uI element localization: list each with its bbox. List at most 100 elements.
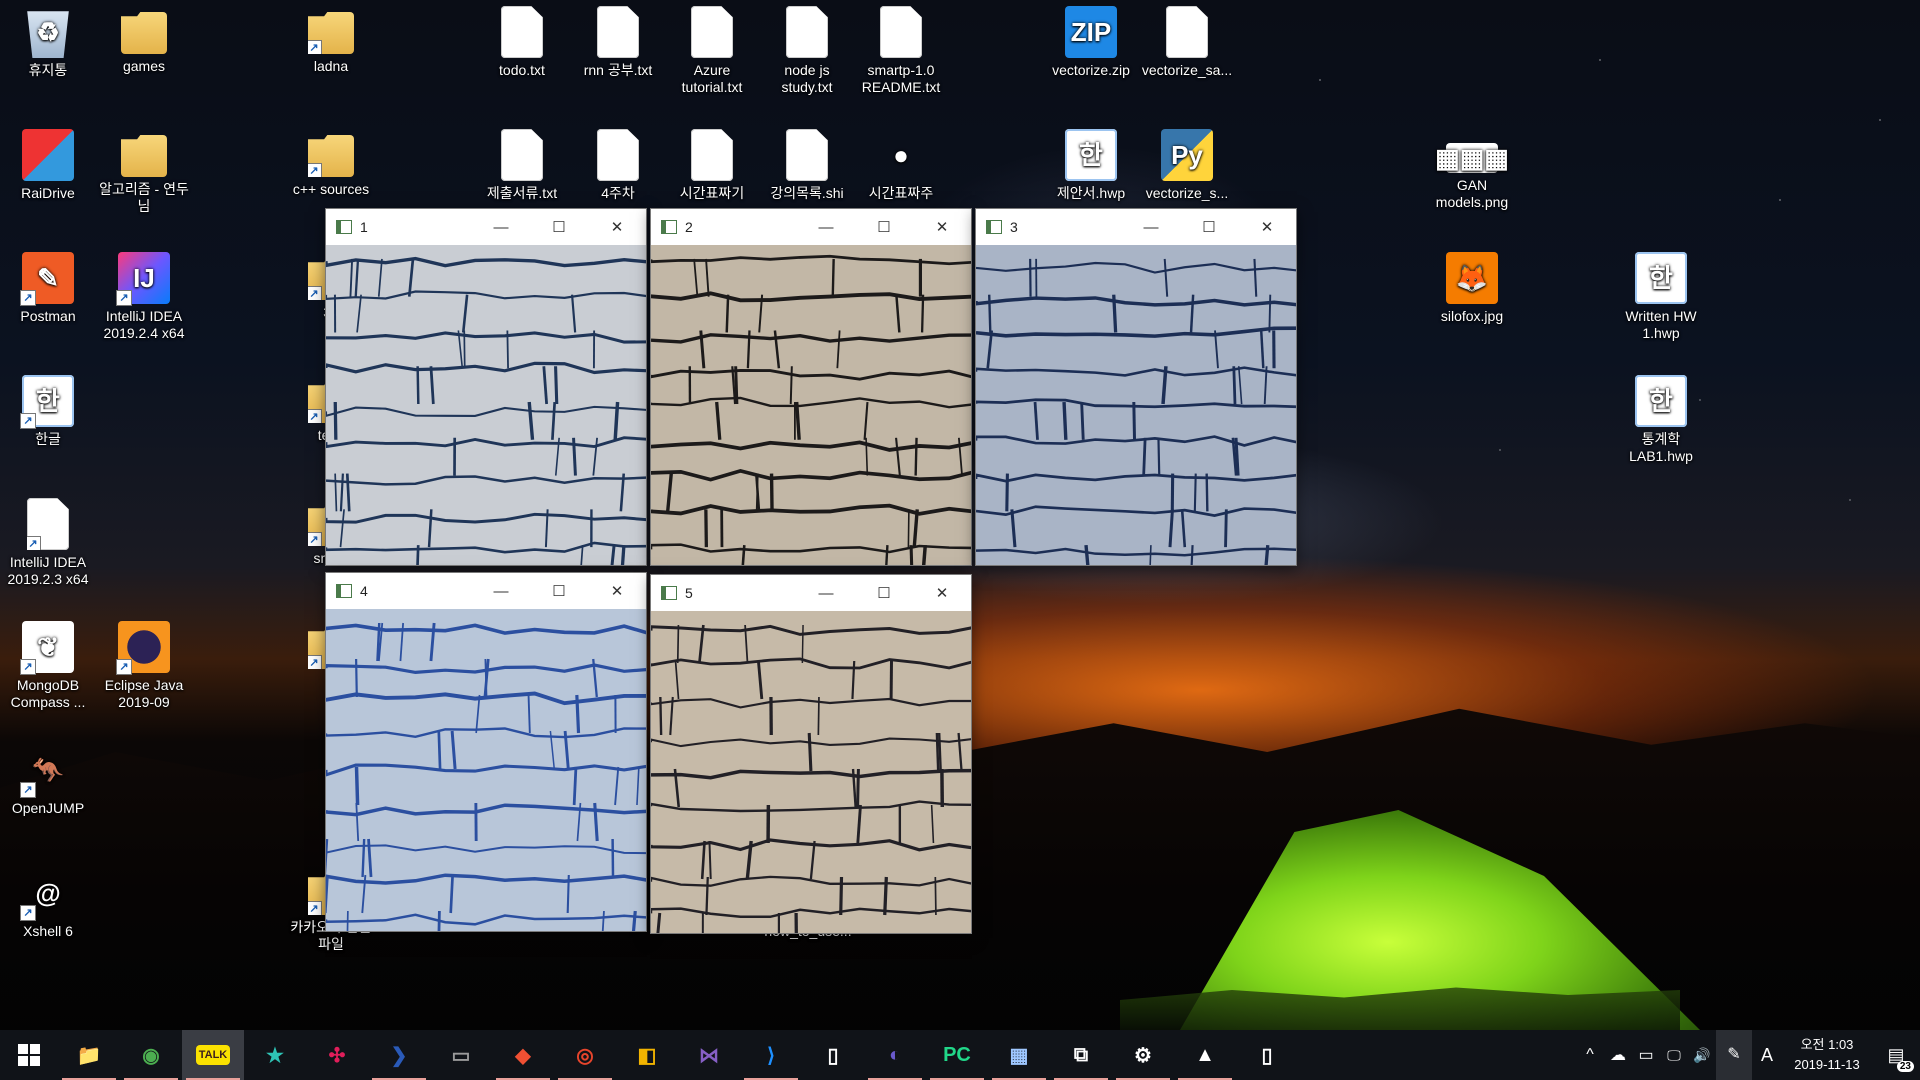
desktop-icon[interactable]: ladna: [283, 0, 379, 75]
taskbar-app-glyph: ◎: [576, 1044, 594, 1067]
network-icon[interactable]: 🖵: [1660, 1047, 1688, 1064]
desktop-icon[interactable]: 한한글: [0, 369, 96, 448]
window-title: 5: [685, 585, 693, 601]
window-titlebar[interactable]: 3 — ☐ ✕: [976, 209, 1296, 245]
taskbar-app-glyph: ⟩: [767, 1044, 775, 1067]
desktop-icon[interactable]: ✎ Postman: [0, 246, 96, 325]
desktop-icon[interactable]: 🦊 silofox.jpg: [1424, 246, 1520, 325]
desktop-icon[interactable]: Azure tutorial.txt: [664, 0, 760, 96]
desktop-icon[interactable]: @ Xshell 6: [0, 861, 96, 940]
app-star-icon[interactable]: ★: [244, 1030, 306, 1080]
icon-glyph: Py: [1171, 139, 1203, 170]
app-grid-icon[interactable]: ▦: [988, 1030, 1050, 1080]
image-window[interactable]: 2 — ☐ ✕: [650, 208, 972, 566]
icon-glyph: @: [35, 877, 61, 908]
window-titlebar[interactable]: 1 — ☐ ✕: [326, 209, 646, 245]
settings-icon[interactable]: ⚙: [1112, 1030, 1174, 1080]
minimize-button[interactable]: —: [1122, 209, 1180, 245]
powershell-icon[interactable]: ❯: [368, 1030, 430, 1080]
remote-desktop-icon[interactable]: ⧉: [1050, 1030, 1112, 1080]
git-icon[interactable]: ◆: [492, 1030, 554, 1080]
desktop-icon-label: vectorize.zip: [1052, 62, 1130, 78]
desktop-icon[interactable]: 강의목록.shi: [759, 123, 855, 202]
terminal-icon[interactable]: ▭: [430, 1030, 492, 1080]
close-button[interactable]: ✕: [913, 209, 971, 245]
kotlin-icon[interactable]: ◧: [616, 1030, 678, 1080]
desktop-icon[interactable]: IntelliJ IDEA 2019.2.3 x64: [0, 492, 96, 588]
windows-start-icon[interactable]: [0, 1030, 58, 1080]
close-button[interactable]: ✕: [913, 575, 971, 611]
ime-indicator[interactable]: A: [1752, 1045, 1782, 1066]
chrome-icon[interactable]: ◉: [120, 1030, 182, 1080]
file-icon[interactable]: ▯: [1236, 1030, 1298, 1080]
volume-icon[interactable]: 🔊: [1688, 1047, 1716, 1064]
desktop-icon[interactable]: node js study.txt: [759, 0, 855, 96]
desktop-icon[interactable]: Eclipse Java 2019-09: [96, 615, 192, 711]
close-button[interactable]: ✕: [1238, 209, 1296, 245]
minimize-button[interactable]: —: [472, 573, 530, 609]
desktop-icon[interactable]: IJ IntelliJ IDEA 2019.2.4 x64: [96, 246, 192, 342]
image-window[interactable]: 3 — ☐ ✕: [975, 208, 1297, 566]
desktop-icon[interactable]: ❦ MongoDB Compass ...: [0, 615, 96, 711]
onedrive-icon[interactable]: ☁: [1604, 1045, 1632, 1065]
window-titlebar[interactable]: 5 — ☐ ✕: [651, 575, 971, 611]
visual-studio-icon[interactable]: ⋈: [678, 1030, 740, 1080]
minimize-button[interactable]: —: [797, 575, 855, 611]
kakaotalk-icon[interactable]: TALK: [182, 1030, 244, 1080]
maximize-button[interactable]: ☐: [855, 209, 913, 245]
desktop-icon[interactable]: 🦘 OpenJUMP: [0, 738, 96, 817]
desktop-icon[interactable]: 4주차: [570, 123, 666, 202]
notification-center-button[interactable]: ▤ 23: [1872, 1030, 1920, 1080]
window-titlebar[interactable]: 2 — ☐ ✕: [651, 209, 971, 245]
notepad-icon[interactable]: ▯: [802, 1030, 864, 1080]
desktop-icon[interactable]: ▦▦▦ GAN models.png: [1424, 123, 1520, 211]
minimize-button[interactable]: —: [472, 209, 530, 245]
desktop-icon[interactable]: 알고리즘 - 연두님: [96, 123, 192, 215]
desktop-icon[interactable]: todo.txt: [474, 0, 570, 79]
desktop-icon[interactable]: 한 통계학 LAB1.hwp: [1613, 369, 1709, 465]
desktop-icon[interactable]: rnn 공부.txt: [570, 0, 666, 79]
image-window[interactable]: 5 — ☐ ✕: [650, 574, 972, 934]
eclipse-icon[interactable]: ◐: [864, 1030, 926, 1080]
desktop-icon-label: 제안서.hwp: [1056, 185, 1126, 201]
desktop-icon[interactable]: Py vectorize_s...: [1139, 123, 1235, 202]
desktop-icon[interactable]: c++ sources: [283, 123, 379, 198]
photos-icon[interactable]: ▲: [1174, 1030, 1236, 1080]
desktop-icon[interactable]: ● 시간표짜주: [853, 123, 949, 202]
file-explorer-icon[interactable]: 📁: [58, 1030, 120, 1080]
close-button[interactable]: ✕: [588, 209, 646, 245]
desktop-icon-label: 알고리즘 - 연두님: [99, 181, 189, 214]
desktop-icon[interactable]: 한제안서.hwp: [1043, 123, 1139, 202]
maximize-button[interactable]: ☐: [530, 209, 588, 245]
desktop-icon[interactable]: ♻ 휴지통: [0, 0, 96, 79]
desktop-icon-label: MongoDB Compass ...: [10, 677, 86, 710]
maximize-button[interactable]: ☐: [530, 573, 588, 609]
maximize-button[interactable]: ☐: [855, 575, 913, 611]
slack-icon[interactable]: ✣: [306, 1030, 368, 1080]
taskbar-app-glyph: ▭: [451, 1044, 471, 1067]
vscode-icon[interactable]: ⟩: [740, 1030, 802, 1080]
minimize-button[interactable]: —: [797, 209, 855, 245]
desktop-icon[interactable]: vectorize_sa...: [1139, 0, 1235, 79]
desktop-icon[interactable]: 시간표짜기: [664, 123, 760, 202]
desktop-icon[interactable]: games: [96, 0, 192, 75]
desktop-icon[interactable]: 한 Written HW 1.hwp: [1613, 246, 1709, 342]
xshell-icon[interactable]: ◎: [554, 1030, 616, 1080]
image-window[interactable]: 4 — ☐ ✕: [325, 572, 647, 932]
image-window[interactable]: 1 — ☐ ✕: [325, 208, 647, 566]
clock[interactable]: 오전 1:03 2019-11-13: [1782, 1035, 1872, 1075]
desktop-icon[interactable]: ZIP vectorize.zip: [1043, 0, 1139, 79]
taskbar-app-glyph: PC: [943, 1043, 971, 1066]
pycharm-icon[interactable]: PC: [926, 1030, 988, 1080]
close-button[interactable]: ✕: [588, 573, 646, 609]
desktop-icon[interactable]: 제출서류.txt: [474, 123, 570, 202]
pen-icon[interactable]: ✎: [1716, 1030, 1752, 1080]
window-titlebar[interactable]: 4 — ☐ ✕: [326, 573, 646, 609]
hwp-icon: 한: [1065, 129, 1117, 181]
fox-icon: 🦊: [1446, 252, 1498, 304]
battery-icon[interactable]: ▭: [1632, 1045, 1660, 1065]
maximize-button[interactable]: ☐: [1180, 209, 1238, 245]
show-hidden-icons-icon[interactable]: ^: [1576, 1046, 1604, 1064]
desktop-icon[interactable]: RaiDrive: [0, 123, 96, 202]
desktop-icon[interactable]: smartp-1.0 README.txt: [853, 0, 949, 96]
